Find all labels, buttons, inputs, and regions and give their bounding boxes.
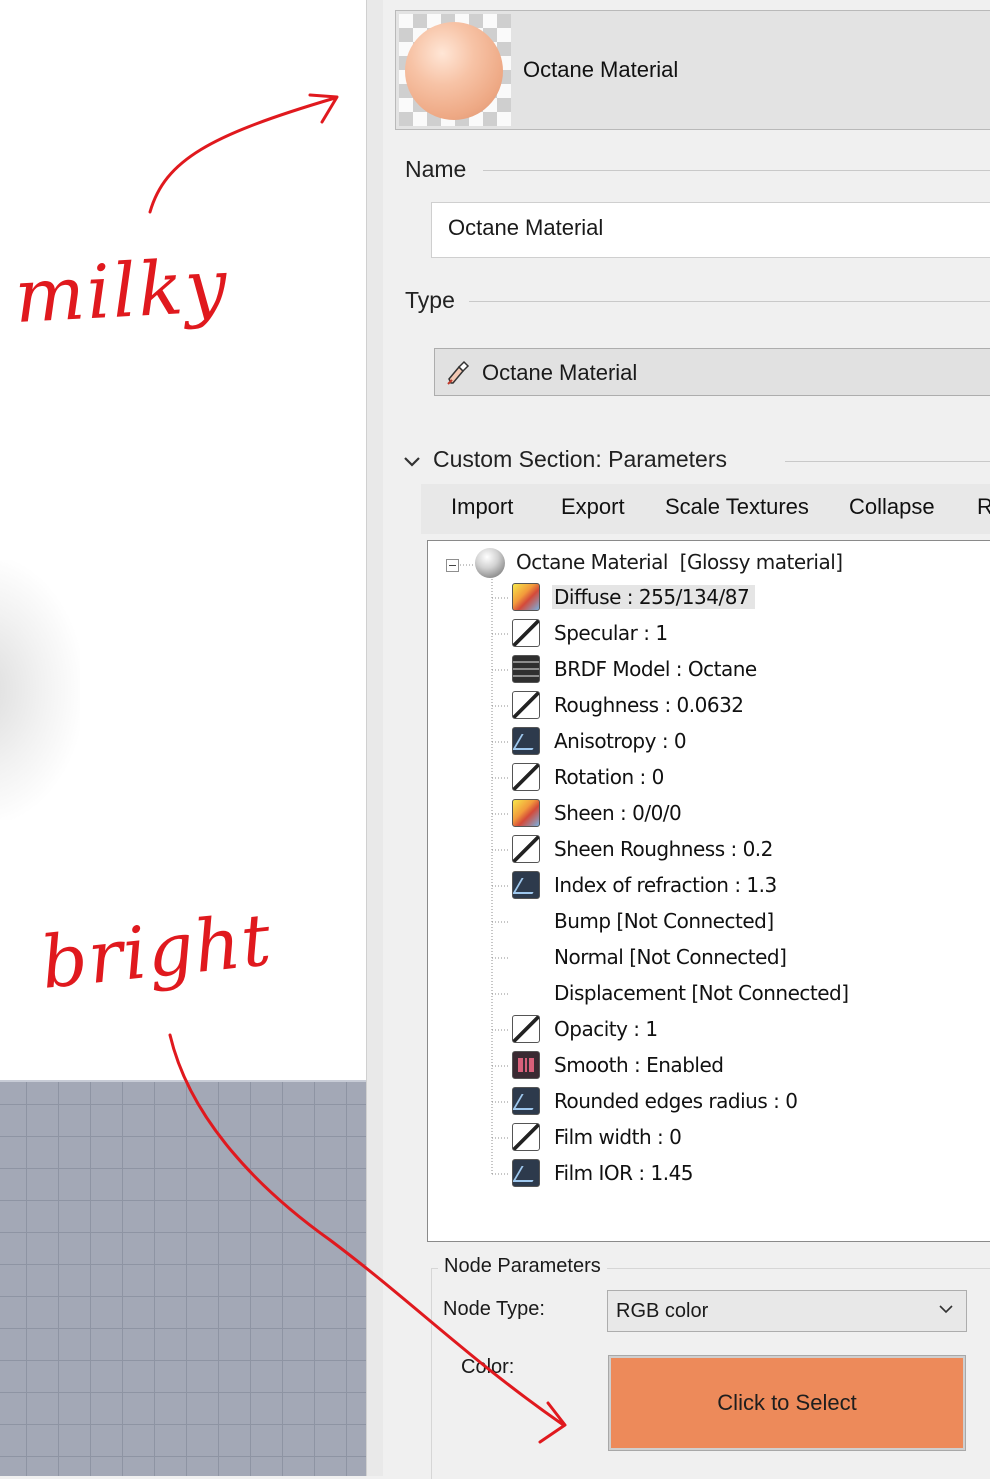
tree-node-label: Film IOR : 1.45	[554, 1161, 694, 1185]
float-texture-icon	[512, 1123, 540, 1151]
tree-node-label: Diffuse : 255/134/87	[552, 585, 756, 609]
color-picker-button[interactable]: Click to Select	[608, 1355, 966, 1451]
tree-node-label: Roughness : 0.0632	[554, 693, 744, 717]
material-header[interactable]: Octane Material	[395, 10, 990, 130]
tree-node-label: Index of refraction : 1.3	[554, 873, 777, 897]
color-gradient-icon	[512, 799, 540, 827]
float-texture-icon	[512, 619, 540, 647]
tree-root-label[interactable]: Octane Material [Glossy material]	[516, 550, 843, 574]
collapse-button[interactable]: Collapse	[849, 494, 935, 520]
tree-connector-lines	[460, 564, 508, 1175]
glossy-material-sphere-icon	[475, 548, 505, 578]
enum-icon	[512, 655, 540, 683]
paint-brush-icon	[447, 360, 470, 385]
type-section-rule	[469, 301, 990, 302]
material-preview	[399, 14, 511, 126]
float-texture-icon	[512, 763, 540, 791]
material-name-field[interactable]: Octane Material	[431, 202, 990, 258]
material-title: Octane Material	[523, 57, 679, 82]
name-section-rule	[483, 170, 990, 171]
tree-root-kind: [Glossy material]	[679, 550, 843, 574]
float-texture-icon	[512, 691, 540, 719]
viewport-ground-grid	[0, 1080, 366, 1476]
export-button[interactable]: Export	[561, 494, 625, 520]
node-type-dropdown[interactable]: RGB color	[607, 1290, 967, 1332]
tree-node-label: Normal [Not Connected]	[554, 945, 787, 969]
scale-textures-button[interactable]: Scale Textures	[665, 494, 809, 520]
panel-splitter[interactable]	[366, 0, 384, 1476]
float-value-icon	[512, 871, 540, 899]
import-button[interactable]: Import	[451, 494, 513, 520]
custom-section-label: Custom Section: Parameters	[433, 446, 736, 473]
float-value-icon	[512, 727, 540, 755]
tree-node-label: BRDF Model : Octane	[554, 657, 757, 681]
material-type-button[interactable]: Octane Material	[434, 348, 990, 396]
bool-icon	[512, 1051, 540, 1079]
color-label: Color:	[461, 1356, 515, 1378]
viewport-object-highlight	[0, 560, 80, 820]
tree-root-name: Octane Material	[516, 550, 668, 574]
material-preview-sphere	[405, 22, 503, 120]
material-type-label: Octane Material	[482, 360, 638, 385]
material-properties-panel: Octane Material Name Octane Material Typ…	[383, 0, 990, 1479]
chevron-down-icon	[939, 1305, 953, 1314]
truncated-toolbar-button[interactable]: R	[977, 494, 990, 520]
tree-node-label: Opacity : 1	[554, 1017, 658, 1041]
type-section-label: Type	[405, 287, 463, 314]
color-gradient-icon	[512, 583, 540, 611]
tree-collapse-toggle[interactable]	[446, 559, 459, 572]
tree-node-label: Displacement [Not Connected]	[554, 981, 849, 1005]
tree-node-label: Smooth : Enabled	[554, 1053, 724, 1077]
tree-node-label: Specular : 1	[554, 621, 668, 645]
tree-node-label: Rounded edges radius : 0	[554, 1089, 798, 1113]
tree-node-label: Bump [Not Connected]	[554, 909, 774, 933]
custom-section-rule	[785, 461, 990, 462]
tree-node-label: Rotation : 0	[554, 765, 664, 789]
float-value-icon	[512, 1087, 540, 1115]
material-node-tree[interactable]: Octane Material [Glossy material] Diffus…	[427, 540, 990, 1242]
float-texture-icon	[512, 1015, 540, 1043]
name-section-label: Name	[405, 156, 475, 183]
tree-node-label: Anisotropy : 0	[554, 729, 687, 753]
viewport[interactable]	[0, 0, 366, 1476]
float-texture-icon	[512, 835, 540, 863]
chevron-down-icon[interactable]	[401, 450, 423, 472]
node-parameters-title: Node Parameters	[438, 1255, 607, 1278]
tree-node-label: Film width : 0	[554, 1125, 682, 1149]
custom-section-toolbar: Import Export Scale Textures Collapse R	[421, 484, 990, 534]
node-type-value: RGB color	[616, 1300, 709, 1322]
node-type-label: Node Type:	[443, 1298, 545, 1320]
tree-node-label: Sheen : 0/0/0	[554, 801, 682, 825]
float-value-icon	[512, 1159, 540, 1187]
tree-node-label: Sheen Roughness : 0.2	[554, 837, 773, 861]
